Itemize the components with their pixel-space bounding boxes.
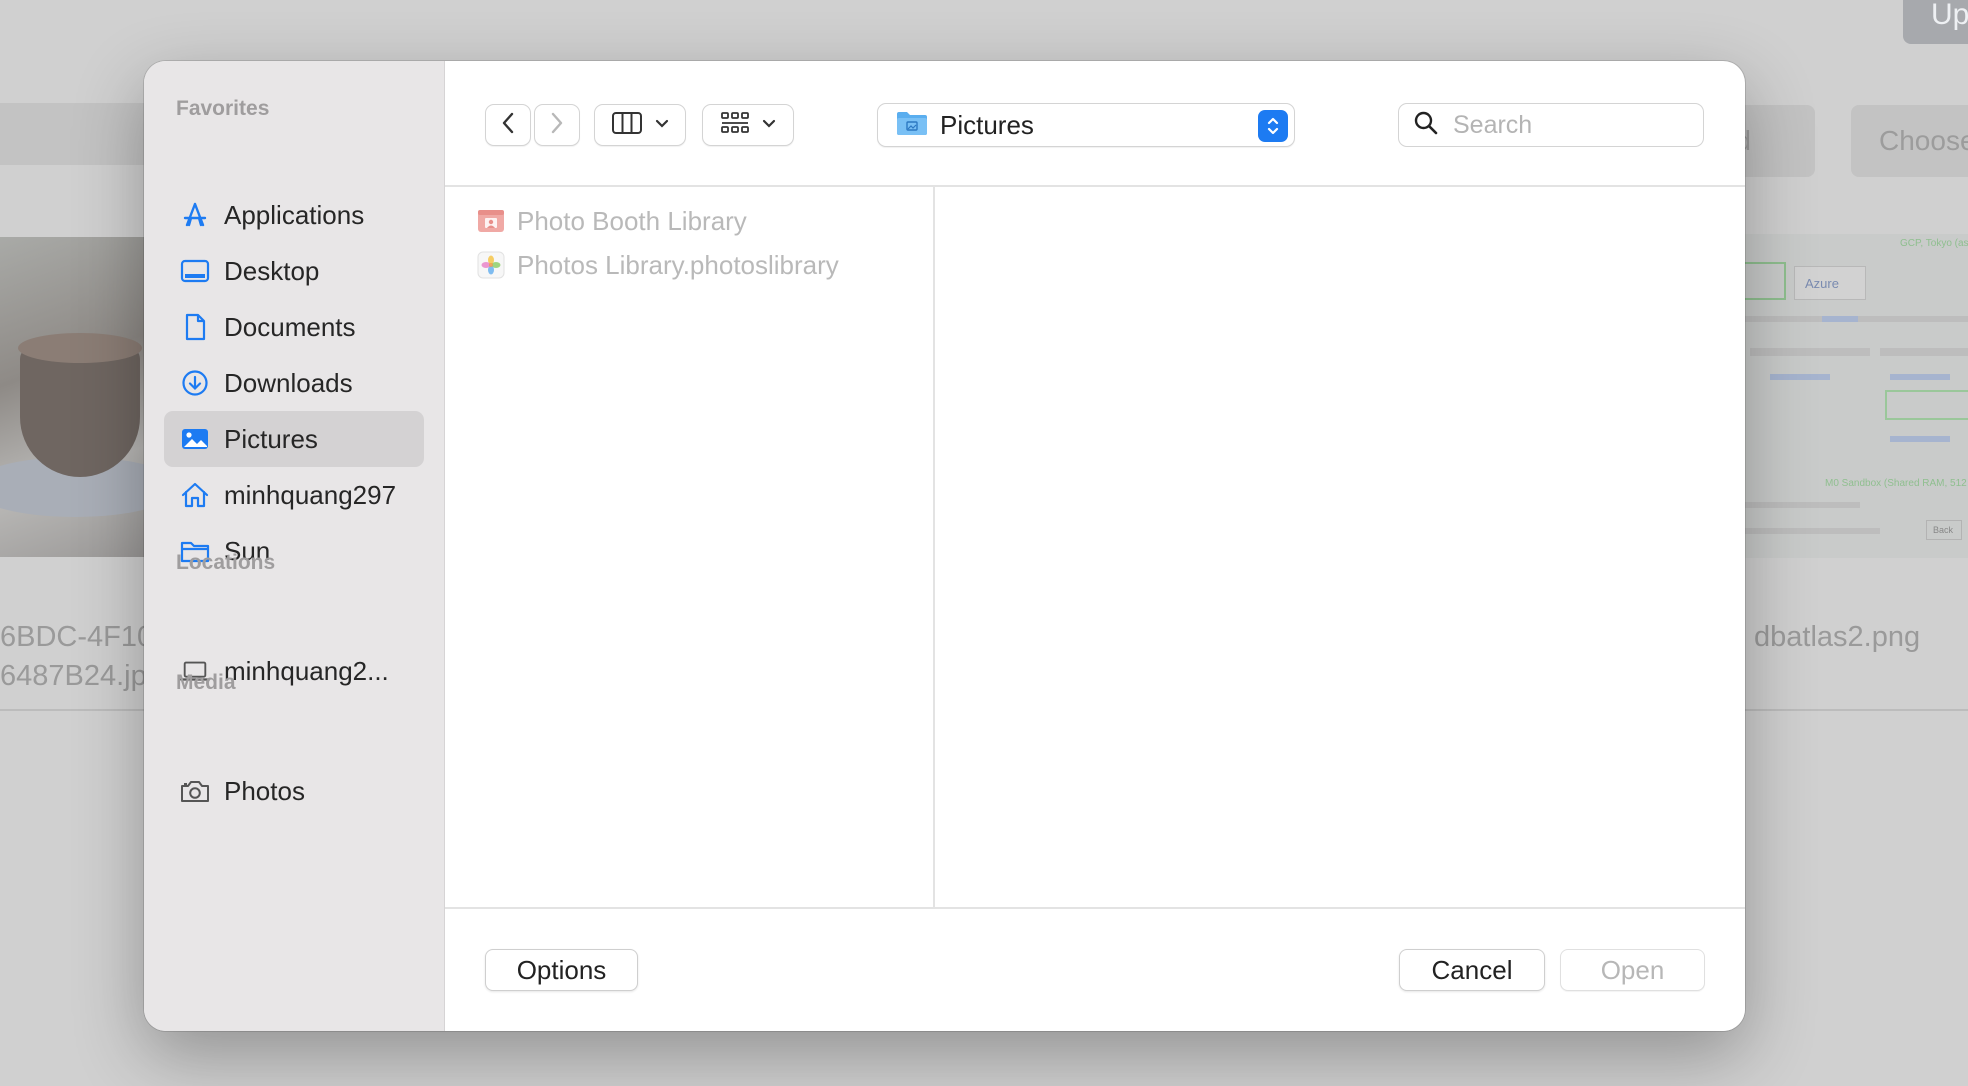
search-input[interactable] [1453, 110, 1693, 140]
preview-pill [1890, 374, 1950, 380]
chevron-left-icon [501, 112, 515, 139]
preview-pill [1822, 316, 1858, 322]
open-button[interactable]: Open [1560, 949, 1705, 991]
preview-azure-tile: Azure [1794, 266, 1866, 300]
view-mode-button[interactable] [594, 104, 686, 146]
preview-region-label: GCP, Tokyo (asi [1900, 238, 1968, 249]
grid-icon [720, 110, 750, 141]
browser-pane: Pictures Photo Booth Library [445, 61, 1745, 1031]
background-tab-bar [0, 103, 160, 165]
chevron-down-icon [655, 116, 669, 134]
cancel-button[interactable]: Cancel [1399, 949, 1545, 991]
chevron-right-icon [550, 112, 564, 139]
sidebar-item-label: minhquang2... [224, 655, 389, 686]
options-button[interactable]: Options [485, 949, 638, 991]
popup-stepper-icon [1258, 110, 1288, 142]
background-choose-button: Choose [1851, 105, 1968, 177]
preview-line [1740, 528, 1880, 534]
sidebar-item-label: Applications [224, 199, 365, 230]
sidebar: Favorites Applications Desktop Documents… [144, 61, 445, 1031]
background-caption-right: dbatlas2.png [1754, 621, 1921, 653]
background-caption-left-1: 6BDC-4F10 [0, 621, 154, 653]
sidebar-heading-favorites: Favorites [176, 97, 270, 120]
cup-shape [20, 347, 140, 477]
pictures-folder-icon [896, 110, 928, 141]
current-folder-label: Pictures [940, 109, 1034, 140]
sidebar-item-label: Downloads [224, 367, 353, 398]
sidebar-item-applications[interactable]: Applications [164, 187, 424, 243]
preview-pill [1770, 374, 1830, 380]
toolbar: Pictures [445, 61, 1745, 187]
pictures-icon [180, 424, 210, 454]
applications-icon [180, 200, 210, 230]
cup-rim-shape [18, 333, 142, 363]
preview-header-bar [1750, 348, 1870, 356]
file-row-photos-library[interactable]: Photos Library.photoslibrary [477, 245, 839, 285]
background-upload-button: Up [1903, 0, 1968, 44]
chevron-down-icon [762, 116, 776, 134]
sidebar-item-pictures[interactable]: Pictures [164, 411, 424, 467]
preview-column [935, 187, 1745, 907]
preview-selected-provider [1740, 262, 1786, 300]
location-popup[interactable]: Pictures [877, 103, 1295, 147]
preview-back-button: Back [1926, 520, 1962, 540]
preview-pill [1890, 436, 1950, 442]
sidebar-item-home[interactable]: minhquang297 [164, 467, 424, 523]
file-column: Photo Booth Library Photos Library.photo… [445, 187, 935, 907]
photo-booth-icon [477, 207, 505, 235]
sidebar-heading-media: Media [176, 671, 236, 694]
sidebar-item-label: Documents [224, 311, 356, 342]
file-name: Photos Library.photoslibrary [517, 249, 839, 280]
file-name: Photo Booth Library [517, 205, 747, 236]
background-thumbnail-coffee [0, 237, 150, 557]
sidebar-item-label: minhquang297 [224, 479, 397, 510]
file-row-photo-booth[interactable]: Photo Booth Library [477, 201, 747, 241]
preview-selected-region [1885, 390, 1968, 420]
preview-line [1740, 502, 1860, 508]
sidebar-heading-locations: Locations [176, 551, 276, 574]
background-thumbnail-dbatlas: GCP, Tokyo (asi Azure M0 Sandbox (Shared… [1730, 234, 1968, 558]
search-icon [1413, 110, 1439, 141]
preview-cluster-label: M0 Sandbox (Shared RAM, 512 [1825, 478, 1967, 489]
sidebar-item-label: Photos [224, 775, 305, 806]
sidebar-item-desktop[interactable]: Desktop [164, 243, 424, 299]
desktop-icon [180, 256, 210, 286]
search-field[interactable] [1398, 103, 1704, 147]
forward-button[interactable] [534, 104, 580, 146]
dialog-footer: Options Cancel Open [445, 907, 1745, 1031]
group-by-button[interactable] [702, 104, 794, 146]
sidebar-item-downloads[interactable]: Downloads [164, 355, 424, 411]
sidebar-item-label: Pictures [224, 423, 318, 454]
sidebar-item-photos[interactable]: Photos [164, 763, 424, 819]
camera-icon [180, 776, 210, 806]
home-icon [180, 480, 210, 510]
open-file-dialog: Favorites Applications Desktop Documents… [144, 61, 1745, 1031]
back-button[interactable] [485, 104, 531, 146]
sidebar-item-label: Desktop [224, 255, 320, 286]
downloads-icon [180, 368, 210, 398]
sidebar-item-documents[interactable]: Documents [164, 299, 424, 355]
preview-header-bar [1880, 348, 1968, 356]
background-caption-left-2: 6487B24.jp [0, 660, 147, 692]
columns-view-icon [611, 111, 643, 140]
photos-library-icon [477, 251, 505, 279]
document-icon [180, 312, 210, 342]
